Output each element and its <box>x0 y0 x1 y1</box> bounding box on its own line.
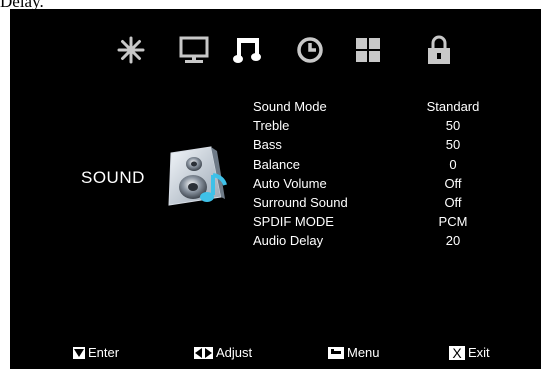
menu-row-value: 50 <box>445 118 461 134</box>
sound-menu: Sound Mode Standard Treble 50 Bass 50 Balance 0… <box>253 97 513 251</box>
tab-picture[interactable] <box>113 33 149 67</box>
left-right-arrows-icon <box>194 346 213 359</box>
menu-row-label: Treble <box>253 118 290 134</box>
grid-icon <box>356 38 380 62</box>
hint-enter-label: Enter <box>88 345 120 360</box>
menu-row-label: Bass <box>253 137 282 153</box>
menu-row-value: 50 <box>445 137 461 153</box>
menu-row[interactable]: Sound Mode Standard <box>253 97 513 116</box>
clock-icon <box>297 37 323 63</box>
menu-row[interactable]: Auto Volume Off <box>253 174 513 193</box>
menu-key-icon <box>328 346 344 359</box>
menu-row-value: Off <box>444 194 462 210</box>
menu-row-value: 0 <box>449 156 457 172</box>
tab-setup[interactable] <box>350 33 386 67</box>
monitor-icon <box>179 36 209 63</box>
menu-row[interactable]: Surround Sound Off <box>253 193 513 212</box>
footer-hints: Enter Adjust Menu X Exit <box>10 345 541 367</box>
menu-row-label: SPDIF MODE <box>253 214 334 230</box>
section-title: SOUND <box>81 168 145 187</box>
hint-enter: Enter <box>73 345 119 360</box>
menu-row-value: 20 <box>445 233 461 249</box>
hint-menu: Menu <box>328 345 380 360</box>
tab-screen[interactable] <box>176 33 212 67</box>
menu-row[interactable]: Audio Delay 20 <box>253 231 513 250</box>
menu-row[interactable]: Bass 50 <box>253 135 513 154</box>
menu-row[interactable]: Balance 0 <box>253 155 513 174</box>
menu-row-label: Audio Delay <box>253 233 324 249</box>
menu-row-label: Balance <box>253 156 300 172</box>
music-note-icon <box>233 38 261 63</box>
menu-row[interactable]: SPDIF MODE PCM <box>253 212 513 231</box>
lock-icon <box>428 35 450 64</box>
tab-sound[interactable] <box>229 33 265 67</box>
hint-adjust: Adjust <box>194 345 252 360</box>
menu-row-label: Sound Mode <box>253 99 327 114</box>
osd-screen: SOUND Sound Mode Standard Treble 50 Bass… <box>10 9 541 369</box>
hint-menu-label: Menu <box>347 345 380 360</box>
speaker-icon <box>161 145 233 209</box>
tab-lock[interactable] <box>421 33 457 67</box>
hint-exit: X Exit <box>449 345 490 360</box>
tab-time[interactable] <box>292 33 328 67</box>
snowflake-icon <box>117 36 145 64</box>
menu-row-value: PCM <box>438 214 468 230</box>
down-arrow-icon <box>73 346 85 359</box>
hint-exit-label: Exit <box>468 345 490 360</box>
menu-row-value: Standard <box>426 99 480 114</box>
menu-row-value: Off <box>444 175 462 191</box>
menu-row[interactable]: Treble 50 <box>253 116 513 135</box>
x-key-icon: X <box>449 345 465 360</box>
menu-row-label: Auto Volume <box>253 175 327 191</box>
menu-row-label: Surround Sound <box>253 194 348 210</box>
hint-adjust-label: Adjust <box>216 345 253 360</box>
menu-tab-bar <box>10 9 541 79</box>
